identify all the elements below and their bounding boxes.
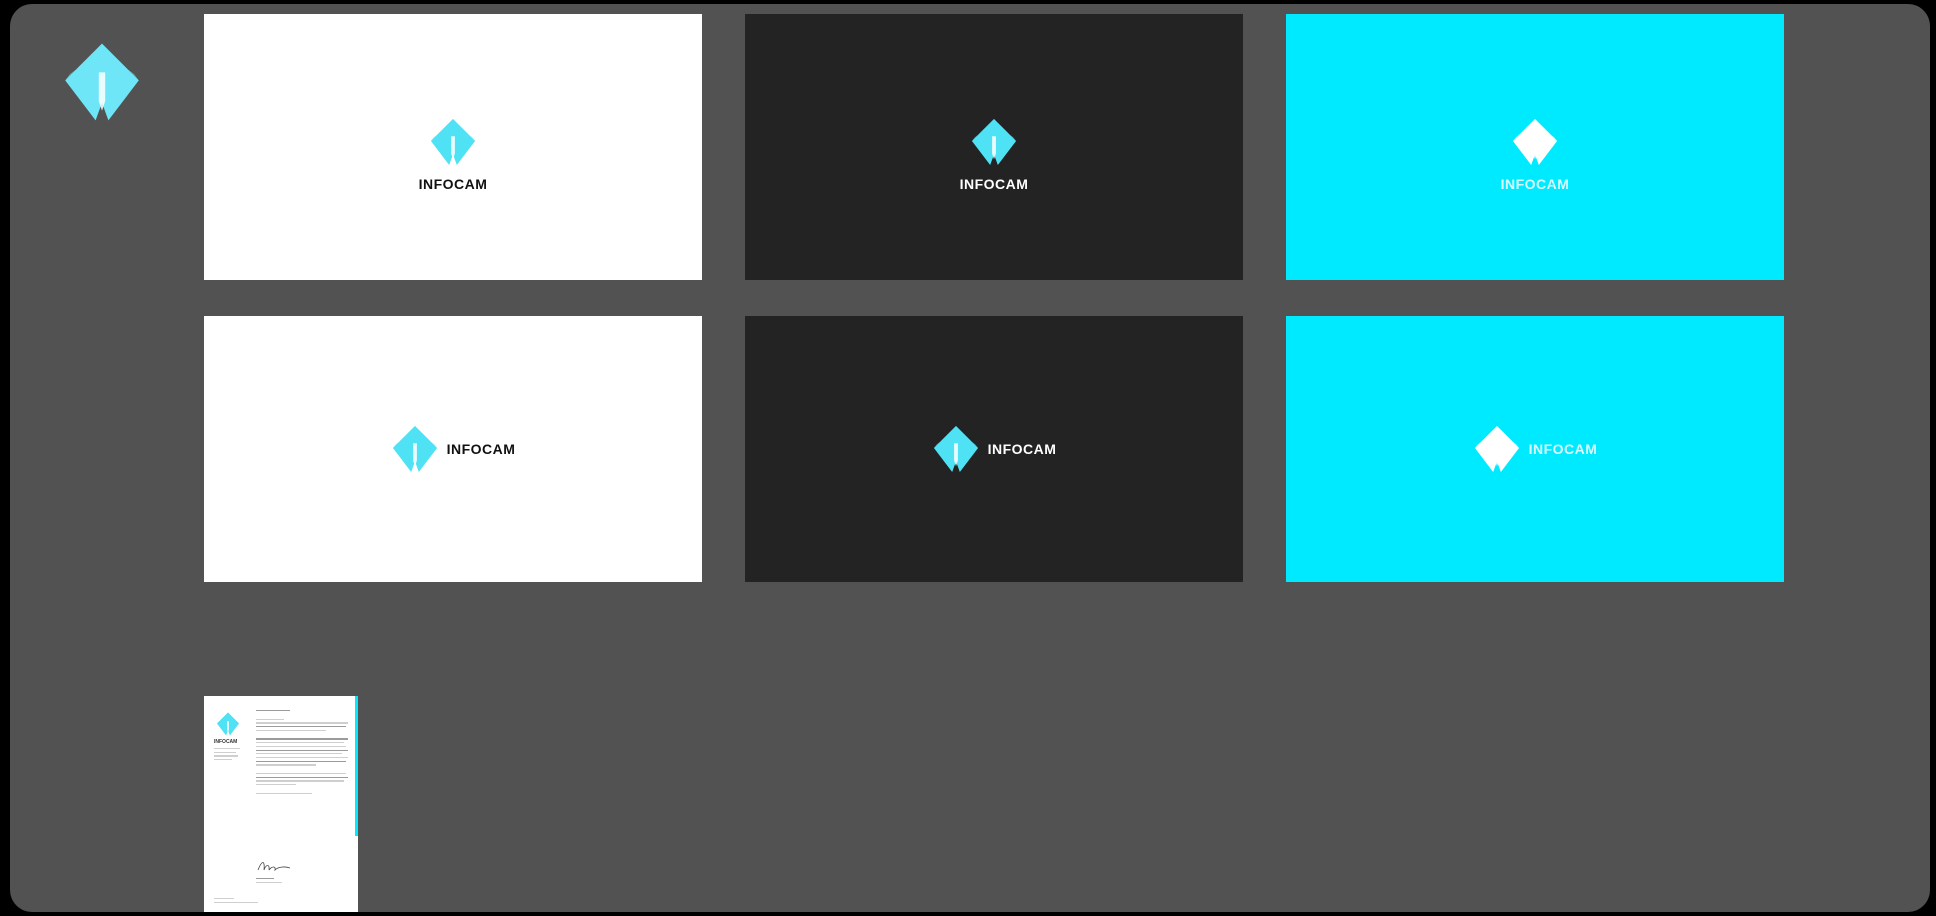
- brand-wordmark: INFOCAM: [987, 441, 1057, 457]
- brand-wordmark: INFOCAM: [1500, 176, 1570, 192]
- letter-body: [256, 710, 348, 796]
- infocam-mark-icon: [970, 118, 1018, 166]
- infocam-mark-icon: [932, 425, 980, 473]
- artboard-stacked-cyan[interactable]: INFOCAM: [1286, 14, 1784, 280]
- infocam-mark-icon: [62, 42, 142, 122]
- brand-wordmark: INFOCAM: [418, 176, 488, 192]
- address-block: [214, 748, 242, 763]
- infocam-mark-icon: [391, 425, 439, 473]
- brand-wordmark: INFOCAM: [959, 176, 1029, 192]
- accent-stripe: [355, 696, 358, 836]
- infocam-mark-icon: [1473, 425, 1521, 473]
- infocam-mark-icon: [429, 118, 477, 166]
- design-canvas: INFOCAM INFOCAM INFOCAM INFOCAM INFOCAM …: [10, 4, 1930, 912]
- artboard-horizontal-cyan[interactable]: INFOCAM: [1286, 316, 1784, 582]
- brand-wordmark: INFOCAM: [1528, 441, 1598, 457]
- infocam-mark-icon: [1511, 118, 1559, 166]
- artboard-letterhead[interactable]: INFOCAM: [204, 696, 358, 912]
- brand-wordmark: INFOCAM: [446, 441, 516, 457]
- artboard-stacked-dark[interactable]: INFOCAM: [745, 14, 1243, 280]
- signature-image: [257, 862, 291, 872]
- letterhead-wordmark: INFOCAM: [214, 739, 238, 745]
- infocam-mark-icon: [216, 712, 240, 736]
- signature-name: [256, 878, 286, 885]
- artboard-horizontal-white[interactable]: INFOCAM: [204, 316, 702, 582]
- letter-footer: [214, 898, 264, 905]
- artboard-stacked-white[interactable]: INFOCAM: [204, 14, 702, 280]
- artboard-horizontal-dark[interactable]: INFOCAM: [745, 316, 1243, 582]
